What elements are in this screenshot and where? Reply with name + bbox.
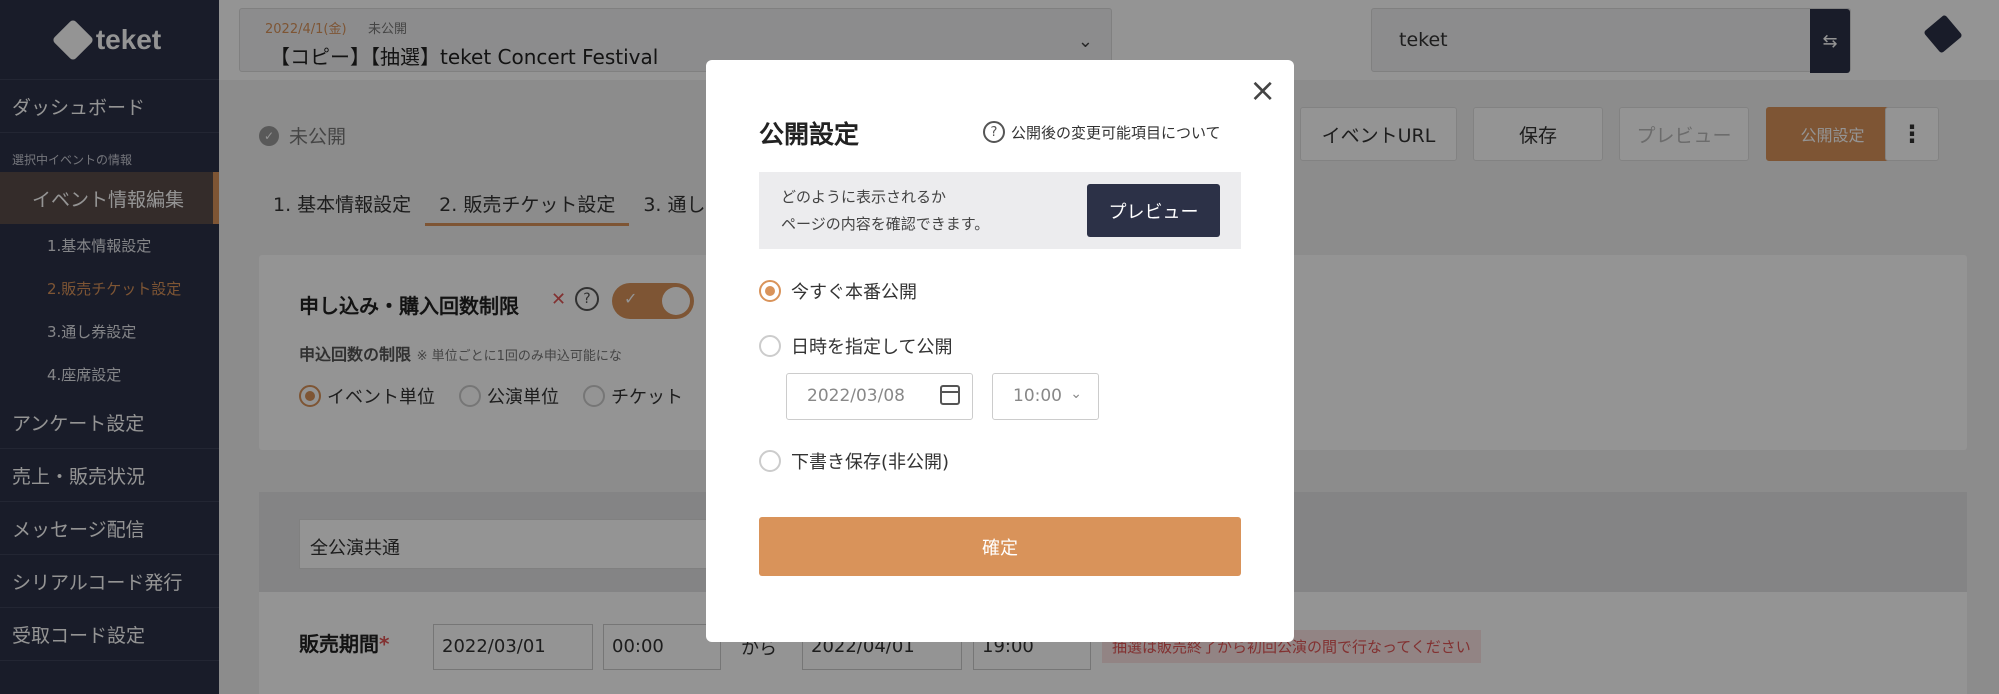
preview-box: どのように表示されるか ページの内容を確認できます。 プレビュー [759,172,1241,249]
radio-publish-now[interactable]: 今すぐ本番公開 [759,278,917,304]
preview-button[interactable]: プレビュー [1087,184,1220,237]
radio-publish-scheduled[interactable]: 日時を指定して公開 [759,333,952,359]
editable-items-help-link[interactable]: ? 公開後の変更可能項目について [983,121,1221,143]
calendar-icon [940,385,960,405]
schedule-date-input[interactable]: 2022/03/08 [786,373,973,420]
preview-description: どのように表示されるか ページの内容を確認できます。 [781,188,990,233]
radio-save-draft-label: 下書き保存(非公開) [791,452,950,473]
radio-publish-now-label: 今すぐ本番公開 [791,282,917,303]
schedule-time-select[interactable]: 10:00 ⌄ [992,373,1099,420]
confirm-button[interactable]: 確定 [759,517,1241,576]
chevron-down-icon: ⌄ [1070,386,1082,402]
editable-items-help-text: 公開後の変更可能項目について [1011,123,1221,142]
help-icon: ? [983,121,1005,143]
modal-title: 公開設定 [759,120,860,149]
publish-settings-modal: × 公開設定 ? 公開後の変更可能項目について どのように表示されるか ページの… [706,60,1294,642]
radio-save-draft[interactable]: 下書き保存(非公開) [759,448,949,474]
radio-publish-scheduled-label: 日時を指定して公開 [791,337,953,358]
close-icon[interactable]: × [1249,74,1276,106]
